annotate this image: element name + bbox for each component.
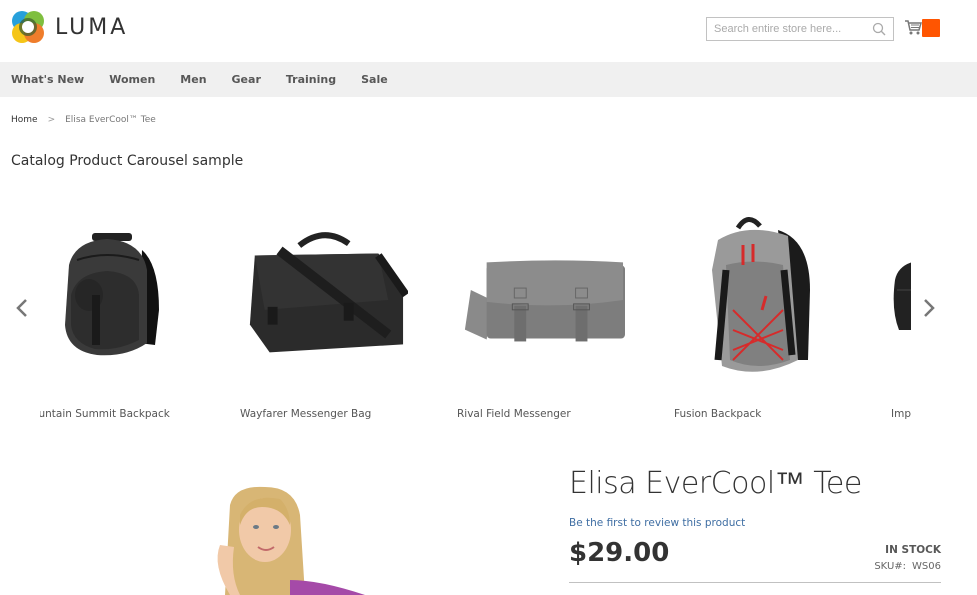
- nav-item-whats-new[interactable]: What's New: [11, 73, 84, 86]
- carousel-item[interactable]: Rival Field Messenger: [432, 190, 649, 430]
- product-sku: SKU#: WS06: [874, 561, 941, 572]
- cart-icon[interactable]: [904, 18, 922, 36]
- product-image-black-backpack[interactable]: [40, 190, 191, 400]
- carousel-prev-button[interactable]: [12, 296, 32, 320]
- search-input[interactable]: [707, 18, 867, 40]
- breadcrumb-current: Elisa EverCool™ Tee: [65, 115, 156, 125]
- divider: [569, 582, 941, 583]
- sku-label: SKU#:: [874, 561, 907, 572]
- logo-text: LUMA: [55, 14, 129, 40]
- carousel-item-name[interactable]: Mountain Summit Backpack: [40, 408, 170, 420]
- breadcrumb: Home > Elisa EverCool™ Tee: [11, 115, 156, 125]
- nav-item-women[interactable]: Women: [109, 73, 155, 86]
- carousel-next-button[interactable]: [919, 296, 939, 320]
- review-link[interactable]: Be the first to review this product: [569, 517, 745, 529]
- breadcrumb-home-link[interactable]: Home: [11, 115, 38, 125]
- carousel-item-name[interactable]: Fusion Backpack: [674, 408, 761, 420]
- product-main-image[interactable]: [190, 485, 390, 595]
- product-image-black-duffle[interactable]: [891, 190, 911, 400]
- product-title: Elisa EverCool™ Tee: [569, 466, 862, 501]
- product-image-black-messenger-bag[interactable]: [240, 190, 408, 400]
- nav-item-men[interactable]: Men: [180, 73, 206, 86]
- carousel-viewport: Mountain Summit Backpack Wayfarer Messe: [40, 190, 911, 430]
- stock-status: IN STOCK: [885, 544, 941, 556]
- main-navigation: What's New Women Men Gear Training Sale: [0, 62, 977, 97]
- chevron-left-icon: [16, 299, 27, 317]
- luma-logo-icon: [12, 11, 44, 43]
- carousel-item[interactable]: Impulse Duffle: [866, 190, 911, 430]
- carousel-item-name[interactable]: Wayfarer Messenger Bag: [240, 408, 371, 420]
- product-price: $29.00: [569, 538, 670, 568]
- carousel-item[interactable]: Mountain Summit Backpack: [40, 190, 215, 430]
- sku-value: WS06: [912, 561, 941, 572]
- breadcrumb-separator-icon: >: [47, 115, 56, 125]
- carousel-item-name[interactable]: Impulse Duffle: [891, 408, 911, 420]
- carousel-title: Catalog Product Carousel sample: [11, 153, 244, 169]
- header: LUMA: [0, 0, 977, 62]
- product-carousel: Mountain Summit Backpack Wayfarer Messe: [0, 190, 977, 430]
- product-image-gray-messenger-bag[interactable]: [457, 190, 625, 400]
- carousel-item-name[interactable]: Rival Field Messenger: [457, 408, 571, 420]
- nav-item-gear[interactable]: Gear: [232, 73, 261, 86]
- logo[interactable]: LUMA: [11, 10, 128, 44]
- search-icon[interactable]: [872, 22, 886, 36]
- carousel-item[interactable]: Fusion Backpack: [649, 190, 866, 430]
- carousel-item[interactable]: Wayfarer Messenger Bag: [215, 190, 432, 430]
- carousel-track: Mountain Summit Backpack Wayfarer Messe: [40, 190, 911, 430]
- chevron-right-icon: [924, 299, 935, 317]
- product-image-gray-red-backpack[interactable]: [674, 190, 842, 400]
- nav-item-sale[interactable]: Sale: [361, 73, 388, 86]
- search-box: [706, 17, 894, 41]
- nav-item-training[interactable]: Training: [286, 73, 336, 86]
- cart-counter-badge[interactable]: [922, 19, 940, 37]
